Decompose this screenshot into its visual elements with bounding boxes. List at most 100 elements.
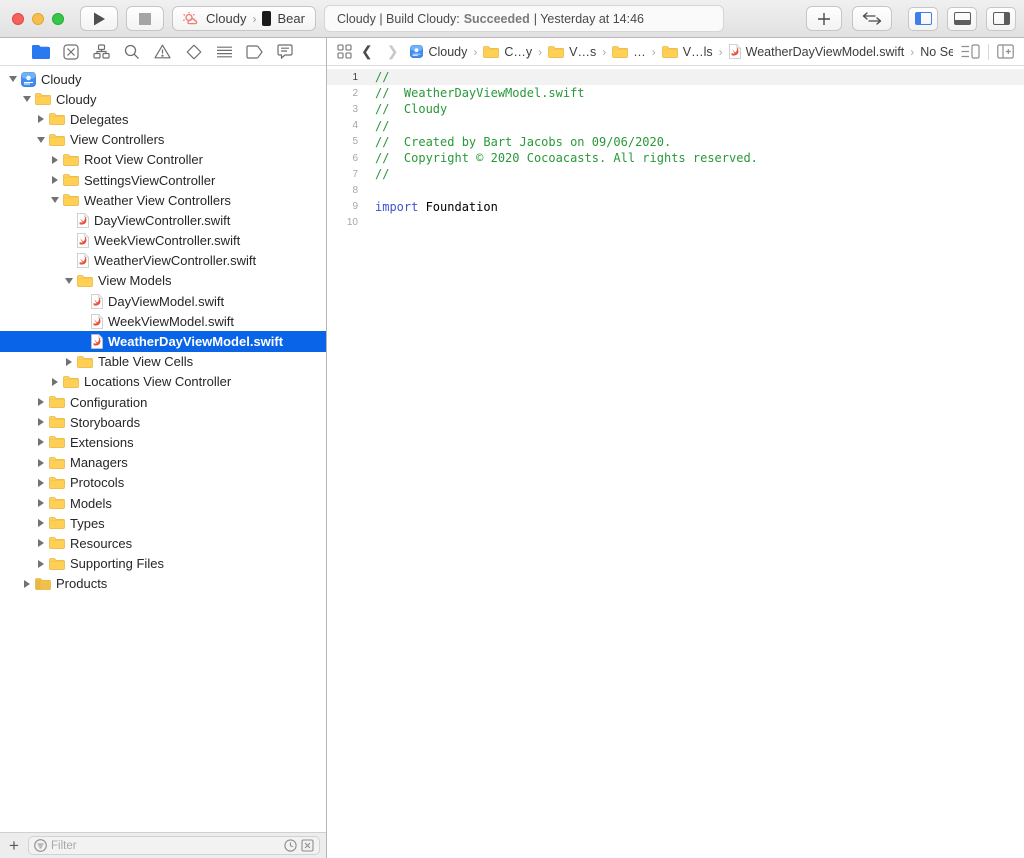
disclosure-triangle-icon[interactable] <box>36 137 46 143</box>
editor-options-icon[interactable] <box>961 44 980 59</box>
source-control-icon[interactable] <box>59 41 83 63</box>
source-editor[interactable]: 1//2// WeatherDayViewModel.swift3// Clou… <box>327 66 1024 858</box>
disclosure-triangle-icon[interactable] <box>36 459 46 467</box>
disclosure-triangle-icon[interactable] <box>36 438 46 446</box>
issue-navigator-icon[interactable] <box>151 41 175 63</box>
tree-group-weather-view-controllers[interactable]: Weather View Controllers <box>0 190 326 210</box>
breadcrumb-item-4[interactable]: V…ls <box>662 45 713 59</box>
stop-button[interactable] <box>126 6 164 31</box>
related-items-icon[interactable] <box>337 44 352 59</box>
filter-input[interactable] <box>51 840 280 852</box>
symbol-navigator-icon[interactable] <box>90 41 114 63</box>
breakpoint-navigator-icon[interactable] <box>243 41 267 63</box>
tree-item-label: Root View Controller <box>84 152 203 167</box>
disclosure-triangle-icon[interactable] <box>36 560 46 568</box>
code-line-3[interactable]: 3// Cloudy <box>327 101 1024 117</box>
tree-group-products[interactable]: Products <box>0 574 326 594</box>
code-line-1[interactable]: 1// <box>327 69 1024 85</box>
tree-group-configuration[interactable]: Configuration <box>0 392 326 412</box>
tree-group-protocols[interactable]: Protocols <box>0 473 326 493</box>
tree-group-storyboards[interactable]: Storyboards <box>0 412 326 432</box>
library-button[interactable] <box>806 6 842 31</box>
tree-group-locations-view-controller[interactable]: Locations View Controller <box>0 372 326 392</box>
toggle-debug-area-button[interactable] <box>947 7 977 31</box>
tree-file-weekviewmodel.swift[interactable]: WeekViewModel.swift <box>0 311 326 331</box>
code-line-9[interactable]: 9import Foundation <box>327 199 1024 215</box>
debug-panel-icon <box>954 12 971 25</box>
tree-group-managers[interactable]: Managers <box>0 453 326 473</box>
activity-status-view[interactable]: Cloudy | Build Cloudy: Succeeded | Yeste… <box>324 5 724 32</box>
tree-file-weatherviewcontroller.swift[interactable]: WeatherViewController.swift <box>0 251 326 271</box>
tree-group-delegates[interactable]: Delegates <box>0 109 326 129</box>
code-line-8[interactable]: 8 <box>327 182 1024 198</box>
toggle-inspector-button[interactable] <box>986 7 1016 31</box>
code-line-7[interactable]: 7// <box>327 166 1024 182</box>
debug-navigator-icon[interactable] <box>212 41 236 63</box>
code-review-arrows-icon <box>862 12 882 25</box>
tree-group-view-controllers[interactable]: View Controllers <box>0 130 326 150</box>
tree-group-types[interactable]: Types <box>0 513 326 533</box>
scheme-selector[interactable]: Cloudy › Bear <box>172 6 316 31</box>
disclosure-triangle-icon[interactable] <box>36 539 46 547</box>
add-editor-icon[interactable] <box>997 44 1014 59</box>
tree-group-cloudy[interactable]: Cloudy <box>0 69 326 89</box>
breadcrumb-item-2[interactable]: V…s <box>548 45 596 59</box>
report-navigator-icon[interactable] <box>273 41 297 63</box>
breadcrumb-item-1[interactable]: C…y <box>483 45 532 59</box>
disclosure-triangle-icon[interactable] <box>50 197 60 203</box>
folder-icon <box>548 46 564 58</box>
disclosure-triangle-icon[interactable] <box>50 156 60 164</box>
breadcrumb-item-5[interactable]: WeatherDayViewModel.swift <box>729 44 905 59</box>
tree-group-extensions[interactable]: Extensions <box>0 432 326 452</box>
toggle-navigator-button[interactable] <box>908 7 938 31</box>
breadcrumb-item-0[interactable]: Cloudy <box>410 45 467 59</box>
code-line-10[interactable]: 10 <box>327 215 1024 231</box>
disclosure-triangle-icon[interactable] <box>36 418 46 426</box>
disclosure-triangle-icon[interactable] <box>50 378 60 386</box>
disclosure-triangle-icon[interactable] <box>36 398 46 406</box>
zoom-window-button[interactable] <box>52 13 64 25</box>
tree-group-view-models[interactable]: View Models <box>0 271 326 291</box>
disclosure-triangle-icon[interactable] <box>50 176 60 184</box>
tree-group-supporting-files[interactable]: Supporting Files <box>0 554 326 574</box>
disclosure-triangle-icon[interactable] <box>36 499 46 507</box>
project-navigator-icon[interactable] <box>29 41 53 63</box>
tree-file-weekviewcontroller.swift[interactable]: WeekViewController.swift <box>0 231 326 251</box>
tree-group-resources[interactable]: Resources <box>0 533 326 553</box>
code-line-5[interactable]: 5// Created by Bart Jacobs on 09/06/2020… <box>327 134 1024 150</box>
tree-group-root-view-controller[interactable]: Root View Controller <box>0 150 326 170</box>
disclosure-triangle-icon[interactable] <box>8 76 18 82</box>
disclosure-triangle-icon[interactable] <box>22 96 32 102</box>
tree-group-models[interactable]: Models <box>0 493 326 513</box>
tree-group-cloudy[interactable]: Cloudy <box>0 89 326 109</box>
tree-file-weatherdayviewmodel.swift[interactable]: WeatherDayViewModel.swift <box>0 331 326 351</box>
code-line-4[interactable]: 4// <box>327 118 1024 134</box>
forward-button[interactable]: ❯ <box>387 43 399 60</box>
recents-clock-icon[interactable] <box>284 839 297 852</box>
scm-status-filter-icon[interactable] <box>301 839 314 852</box>
test-navigator-icon[interactable] <box>182 41 206 63</box>
disclosure-triangle-icon[interactable] <box>36 115 46 123</box>
tree-file-dayviewcontroller.swift[interactable]: DayViewController.swift <box>0 210 326 230</box>
tree-group-settingsviewcontroller[interactable]: SettingsViewController <box>0 170 326 190</box>
find-navigator-icon[interactable] <box>120 41 144 63</box>
disclosure-triangle-icon[interactable] <box>64 278 74 284</box>
project-icon <box>21 72 36 87</box>
code-review-button[interactable] <box>852 6 892 31</box>
disclosure-triangle-icon[interactable] <box>36 479 46 487</box>
disclosure-triangle-icon[interactable] <box>36 519 46 527</box>
disclosure-triangle-icon[interactable] <box>22 580 32 588</box>
tree-group-table-view-cells[interactable]: Table View Cells <box>0 352 326 372</box>
run-button[interactable] <box>80 6 118 31</box>
close-window-button[interactable] <box>12 13 24 25</box>
filter-field[interactable] <box>28 836 320 855</box>
add-file-button[interactable]: + <box>6 838 22 854</box>
tree-file-dayviewmodel.swift[interactable]: DayViewModel.swift <box>0 291 326 311</box>
code-line-2[interactable]: 2// WeatherDayViewModel.swift <box>327 85 1024 101</box>
minimize-window-button[interactable] <box>32 13 44 25</box>
code-line-6[interactable]: 6// Copyright © 2020 Cocoacasts. All rig… <box>327 150 1024 166</box>
disclosure-triangle-icon[interactable] <box>64 358 74 366</box>
breadcrumb-item-6[interactable]: No Selection <box>920 45 953 59</box>
breadcrumb-item-3[interactable]: … <box>612 45 646 59</box>
back-button[interactable]: ❮ <box>361 43 373 60</box>
